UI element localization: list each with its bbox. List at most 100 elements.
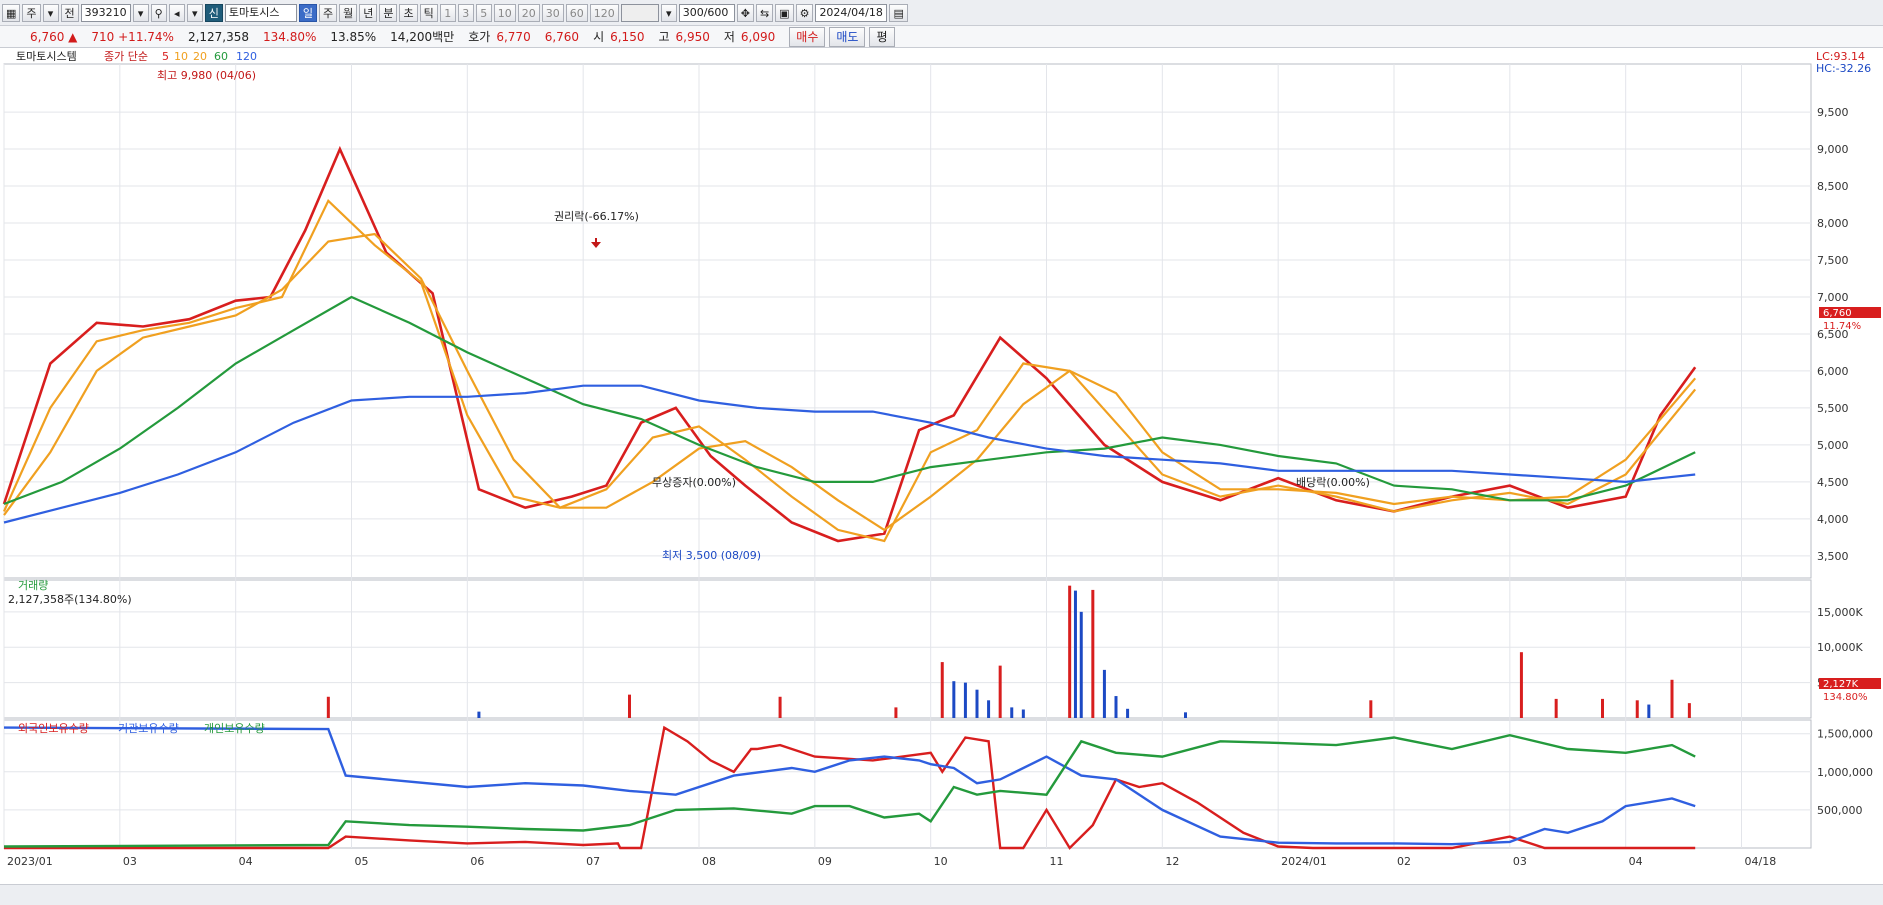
- interval-60[interactable]: 60: [565, 3, 588, 22]
- scroll-icon[interactable]: ⇆: [755, 3, 774, 22]
- chart-area[interactable]: 2023/01 03 04 05 06 07 08 09 10 11 12 2024/01 02 03 04…: [0, 48, 1883, 884]
- gear-icon[interactable]: ⚙: [795, 3, 814, 22]
- interval-10[interactable]: 10: [493, 3, 516, 22]
- stock-type-select[interactable]: 주: [22, 3, 41, 22]
- y-tick-label: 10,000K: [1817, 641, 1863, 654]
- ma-5-label: 5: [162, 50, 169, 63]
- bid-1: 6,770: [496, 29, 531, 44]
- panel-icon[interactable]: ▦: [2, 3, 21, 22]
- volume-bar: [1079, 611, 1083, 718]
- y-tick-label: 8,000: [1817, 217, 1849, 230]
- calendar-icon[interactable]: ▤: [889, 3, 908, 22]
- interval-30[interactable]: 30: [541, 3, 564, 22]
- save-icon[interactable]: ▣: [775, 3, 794, 22]
- count-max: /600: [703, 5, 729, 19]
- interval-custom-input[interactable]: [620, 3, 659, 22]
- x-tick-label: 05: [355, 855, 369, 868]
- price-tag: 6,760: [1823, 308, 1852, 319]
- volume-bar: [628, 694, 631, 718]
- annotation-rights: 권리락(-66.17%): [554, 210, 639, 223]
- count-input[interactable]: 300/600: [678, 3, 735, 22]
- interval-3[interactable]: 3: [457, 3, 474, 22]
- full-button[interactable]: 전: [60, 3, 79, 22]
- pane-frame: [3, 719, 1812, 849]
- y-tick-label: 1,000,000: [1817, 766, 1873, 779]
- volume-bar: [1068, 585, 1072, 718]
- interval-1[interactable]: 1: [439, 3, 456, 22]
- period-tab-minute[interactable]: 분: [379, 3, 398, 22]
- y-tick-label: 5,000: [1817, 439, 1849, 452]
- volume-bar: [998, 665, 1002, 718]
- period-tab-year[interactable]: 년: [359, 3, 378, 22]
- date-input[interactable]: 2024/04/18: [815, 3, 888, 22]
- y-tick-label: 9,500: [1817, 106, 1849, 119]
- low-label: 저: [723, 30, 735, 44]
- pane-frame: [3, 579, 1812, 719]
- volume-bar: [1091, 589, 1095, 718]
- axis-labels: 2023/01 03 04 05 06 07 08 09 10 11 12 2024/01 02 03 04…: [7, 106, 1873, 868]
- y-tick-label: 7,000: [1817, 291, 1849, 304]
- ma-10-label: 10: [174, 50, 188, 63]
- holding-line: [3, 733, 1696, 848]
- period-tab-day[interactable]: 일: [298, 3, 317, 22]
- count-value: 300: [682, 5, 704, 19]
- x-tick-label: 08: [702, 855, 716, 868]
- vol-tag: 2,127K: [1823, 679, 1859, 690]
- chevron-down-icon[interactable]: ▾: [42, 3, 59, 22]
- eval-button[interactable]: 평: [869, 26, 895, 47]
- buy-button[interactable]: 매수: [789, 26, 826, 47]
- x-tick-label: 2024/01: [1281, 855, 1327, 868]
- holding-line: [4, 725, 1696, 850]
- volume-bar: [952, 681, 956, 718]
- period-tab-month[interactable]: 월: [339, 3, 358, 22]
- bottom-scrollbar[interactable]: [0, 884, 1883, 905]
- period-tab-tick[interactable]: 틱: [419, 3, 438, 22]
- price-change: 710 +11.74%: [91, 29, 174, 44]
- volume-ratio: 134.80%: [263, 29, 317, 44]
- volume-bar: [1126, 708, 1130, 718]
- volume-bar: [1021, 709, 1025, 718]
- x-tick-label: 12: [1165, 855, 1179, 868]
- speaker-icon[interactable]: ◂: [168, 3, 185, 22]
- dropdown-icon[interactable]: ▾: [132, 3, 149, 22]
- turnover: 13.85%: [330, 29, 377, 44]
- interval-20[interactable]: 20: [517, 3, 540, 22]
- toolbar: ▦ 주 ▾ 전 393210 ▾ ⚲ ◂ ▾ 신 토마토시스 일 주 월 년 분…: [0, 0, 1883, 26]
- search-icon[interactable]: ⚲: [150, 3, 167, 22]
- x-tick-label: 10: [934, 855, 948, 868]
- volume-bar: [1519, 652, 1523, 718]
- volume-bar: [326, 696, 330, 718]
- annotation-low: 최저 3,500 (08/09): [662, 549, 761, 562]
- stock-code-input[interactable]: 393210: [80, 3, 131, 22]
- sell-button[interactable]: 매도: [829, 26, 866, 47]
- open-price: 6,150: [610, 29, 645, 44]
- grid: [3, 63, 1812, 849]
- volume-title: 거래량: [18, 579, 48, 592]
- volume: 2,127,358: [187, 29, 250, 44]
- period-tab-week[interactable]: 주: [318, 3, 338, 22]
- volume-bar: [1010, 707, 1014, 718]
- volume-bar: [1114, 696, 1118, 718]
- x-tick-label: 06: [470, 855, 484, 868]
- ma-60-label: 60: [214, 50, 228, 63]
- credit-badge: 신: [204, 3, 223, 22]
- x-tick-label: 04: [1629, 855, 1643, 868]
- period-tab-second[interactable]: 초: [399, 3, 418, 22]
- volume-bars: [326, 585, 1691, 718]
- rights-arrow-head: [591, 242, 601, 248]
- crosshair-icon[interactable]: ✥: [736, 3, 754, 22]
- volume-bar: [778, 696, 782, 718]
- volume-bar: [1670, 679, 1674, 718]
- x-tick-label: 02: [1397, 855, 1411, 868]
- chevron-down-icon-2[interactable]: ▾: [186, 3, 203, 22]
- chevron-down-icon-3[interactable]: ▾: [660, 3, 677, 22]
- annotation-high: 최고 9,980 (04/06): [157, 69, 256, 82]
- volume-bar: [1687, 703, 1691, 718]
- interval-5[interactable]: 5: [475, 3, 492, 22]
- x-tick-label: 03: [123, 855, 137, 868]
- interval-120[interactable]: 120: [589, 3, 619, 22]
- trade-amount: 14,200백만: [390, 30, 455, 44]
- x-tick-label: 03: [1513, 855, 1527, 868]
- pct-tag: 11.74%: [1823, 321, 1861, 332]
- x-tick-label: 07: [586, 855, 600, 868]
